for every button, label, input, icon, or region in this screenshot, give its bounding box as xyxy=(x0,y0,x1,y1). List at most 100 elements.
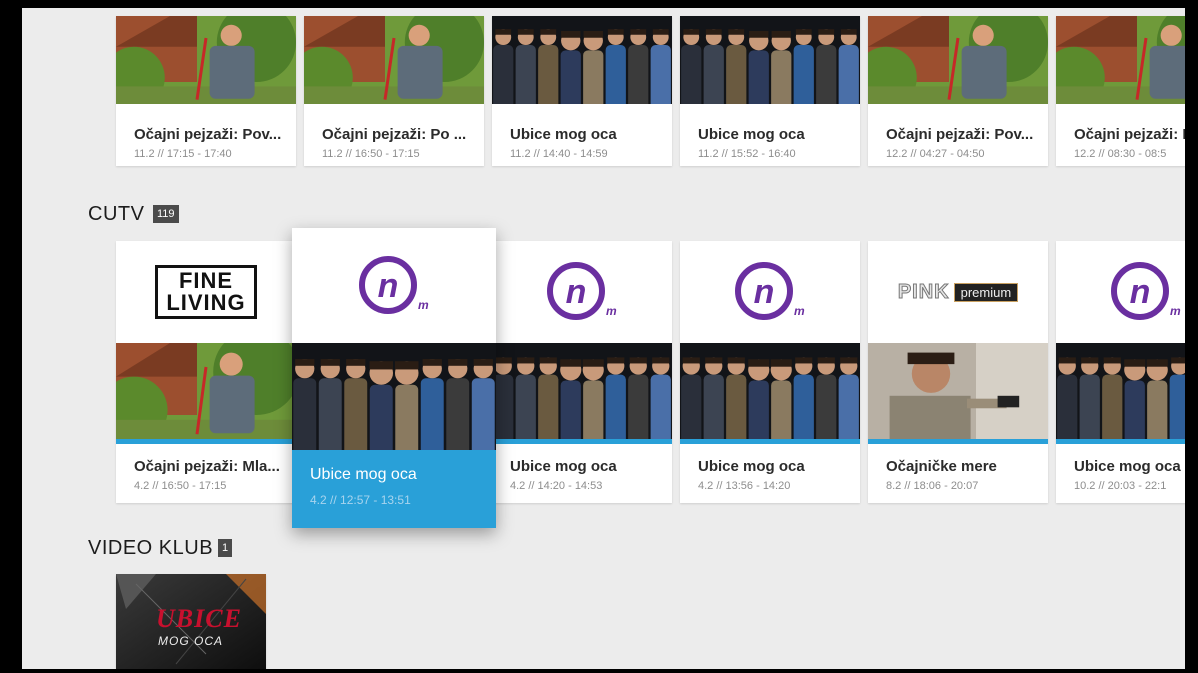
garden-thumbnail xyxy=(116,343,296,439)
garden-thumbnail xyxy=(116,16,296,104)
program-info: Ubice mog oca 10.2 // 20:03 - 22:1 xyxy=(1056,444,1185,503)
app-screen: Očajni pejzaži: Pov... 11.2 // 17:15 - 1… xyxy=(22,8,1185,669)
program-info: Ubice mog oca 11.2 // 14:40 - 14:59 xyxy=(492,104,672,166)
program-thumbnail xyxy=(116,343,296,439)
cutv-label: CUTV xyxy=(88,203,145,225)
pink-premium-logo: PINK premium xyxy=(897,280,1019,304)
fine-living-logo: FINE LIVING xyxy=(155,265,257,319)
program-time: 4.2 // 13:56 - 14:20 xyxy=(698,480,791,492)
program-title: Očajni pejzaži: Pov... xyxy=(134,126,282,143)
program-thumbnail xyxy=(292,343,496,450)
program-time: 10.2 // 20:03 - 22:1 xyxy=(1074,480,1167,492)
program-time: 4.2 // 12:57 - 13:51 xyxy=(310,493,411,507)
program-card[interactable]: Ubice mog oca 11.2 // 14:40 - 14:59 xyxy=(492,16,672,166)
cutv-section-title: CUTV xyxy=(88,203,144,226)
program-thumbnail xyxy=(868,16,1048,104)
program-card-focused[interactable]: n m Ubice mog oca 4.2 // 12:57 - 13:51 xyxy=(292,228,496,528)
program-thumbnail xyxy=(304,16,484,104)
video-klub-count-badge: 1 xyxy=(218,539,233,557)
program-title: Očajni pejzaži: Mla... xyxy=(134,458,280,475)
program-thumbnail xyxy=(680,16,860,104)
program-info: Očajni pejzaži: Pov... 11.2 // 17:15 - 1… xyxy=(116,104,296,166)
program-time: 12.2 // 04:27 - 04:50 xyxy=(886,148,985,160)
channel-logo-area: n m xyxy=(492,241,672,343)
program-thumbnail xyxy=(680,343,860,439)
svg-text:m: m xyxy=(418,298,429,312)
nova-m-logo: n m xyxy=(1111,262,1181,320)
program-title: Očajničke mere xyxy=(886,458,997,475)
channel-logo-area: n m xyxy=(1056,241,1185,343)
svg-text:n: n xyxy=(378,267,399,305)
nova-m-logo: n m xyxy=(735,262,805,320)
program-info: Očajni pejzaži: Pov... 12.2 // 04:27 - 0… xyxy=(868,104,1048,166)
program-card[interactable]: Očajni pejzaži: Pov... 12.2 // 04:27 - 0… xyxy=(868,16,1048,166)
cast-thumbnail xyxy=(680,16,860,104)
program-title: Ubice mog oca xyxy=(310,466,417,483)
program-time: 8.2 // 18:06 - 20:07 xyxy=(886,480,979,492)
program-info: Ubice mog oca 4.2 // 12:57 - 13:51 xyxy=(292,450,496,528)
program-thumbnail xyxy=(868,343,1048,439)
program-info: Očajni pejzaži: P 12.2 // 08:30 - 08:5 xyxy=(1056,104,1185,166)
program-thumbnail xyxy=(492,16,672,104)
svg-text:n: n xyxy=(754,273,775,311)
program-time: 11.2 // 17:15 - 17:40 xyxy=(134,148,232,160)
garden-thumbnail xyxy=(868,16,1048,104)
program-card[interactable]: n m Ubice mog oca 10.2 // 20:03 - 22:1 xyxy=(1056,241,1185,503)
program-info: Očajni pejzaži: Mla... 4.2 // 16:50 - 17… xyxy=(116,444,296,503)
gunman-thumbnail xyxy=(868,343,1048,439)
program-title: Ubice mog oca xyxy=(1074,458,1181,475)
program-info: Očajni pejzaži: Po ... 11.2 // 16:50 - 1… xyxy=(304,104,484,166)
video-klub-poster[interactable]: UBICE MOG OCA xyxy=(116,574,266,669)
garden-thumbnail xyxy=(304,16,484,104)
svg-text:m: m xyxy=(606,304,617,318)
program-title: Očajni pejzaži: Pov... xyxy=(886,126,1034,143)
program-time: 4.2 // 16:50 - 17:15 xyxy=(134,480,227,492)
program-title: Očajni pejzaži: P xyxy=(1074,126,1185,143)
svg-text:n: n xyxy=(1130,273,1151,311)
cast-thumbnail xyxy=(292,343,496,450)
svg-text:m: m xyxy=(1170,304,1181,318)
program-info: Očajničke mere 8.2 // 18:06 - 20:07 xyxy=(868,444,1048,503)
program-time: 11.2 // 16:50 - 17:15 xyxy=(322,148,420,160)
program-card[interactable]: n m Ubice mog oca 4.2 // 14:20 - 14:53 xyxy=(492,241,672,503)
svg-text:n: n xyxy=(566,273,587,311)
program-time: 11.2 // 15:52 - 16:40 xyxy=(698,148,796,160)
video-klub-label: VIDEO KLUB xyxy=(88,537,214,559)
program-card[interactable]: Očajni pejzaži: P 12.2 // 08:30 - 08:5 xyxy=(1056,16,1185,166)
program-card[interactable]: FINE LIVING Očajni pejzaži: Mla... 4.2 /… xyxy=(116,241,296,503)
cast-thumbnail xyxy=(492,16,672,104)
program-time: 4.2 // 14:20 - 14:53 xyxy=(510,480,603,492)
program-card[interactable]: Ubice mog oca 11.2 // 15:52 - 16:40 xyxy=(680,16,860,166)
program-thumbnail xyxy=(1056,16,1185,104)
cast-thumbnail xyxy=(1056,343,1185,439)
poster-title: UBICE xyxy=(156,604,242,633)
nova-m-logo: n m xyxy=(547,262,617,320)
svg-text:m: m xyxy=(794,304,805,318)
program-thumbnail xyxy=(1056,343,1185,439)
program-title: Ubice mog oca xyxy=(698,126,805,143)
program-time: 12.2 // 08:30 - 08:5 xyxy=(1074,148,1167,160)
channel-logo-area: n m xyxy=(680,241,860,343)
nova-m-logo: n m xyxy=(359,255,429,314)
program-info: Ubice mog oca 4.2 // 13:56 - 14:20 xyxy=(680,444,860,503)
cutv-count-badge: 119 xyxy=(153,205,179,223)
poster-subtitle: MOG OCA xyxy=(158,634,224,648)
program-card[interactable]: Očajni pejzaži: Po ... 11.2 // 16:50 - 1… xyxy=(304,16,484,166)
channel-logo-area: FINE LIVING xyxy=(116,241,296,343)
garden-thumbnail xyxy=(1056,16,1185,104)
program-title: Očajni pejzaži: Po ... xyxy=(322,126,467,143)
cutv-row: FINE LIVING Očajni pejzaži: Mla... 4.2 /… xyxy=(22,228,1185,528)
program-card[interactable]: n m Ubice mog oca 4.2 // 13:56 - 14:20 xyxy=(680,241,860,503)
video-klub-section-title: VIDEO KLUB xyxy=(88,537,213,560)
program-title: Ubice mog oca xyxy=(510,458,617,475)
program-info: Ubice mog oca 4.2 // 14:20 - 14:53 xyxy=(492,444,672,503)
program-thumbnail xyxy=(116,16,296,104)
program-title: Ubice mog oca xyxy=(698,458,805,475)
recent-row: Očajni pejzaži: Pov... 11.2 // 17:15 - 1… xyxy=(22,8,1185,168)
cast-thumbnail xyxy=(680,343,860,439)
program-card[interactable]: PINK premium Očajničke mere 8.2 // 18:06… xyxy=(868,241,1048,503)
channel-logo-area: n m xyxy=(292,228,496,343)
program-card[interactable]: Očajni pejzaži: Pov... 11.2 // 17:15 - 1… xyxy=(116,16,296,166)
program-thumbnail xyxy=(492,343,672,439)
channel-logo-area: PINK premium xyxy=(868,241,1048,343)
